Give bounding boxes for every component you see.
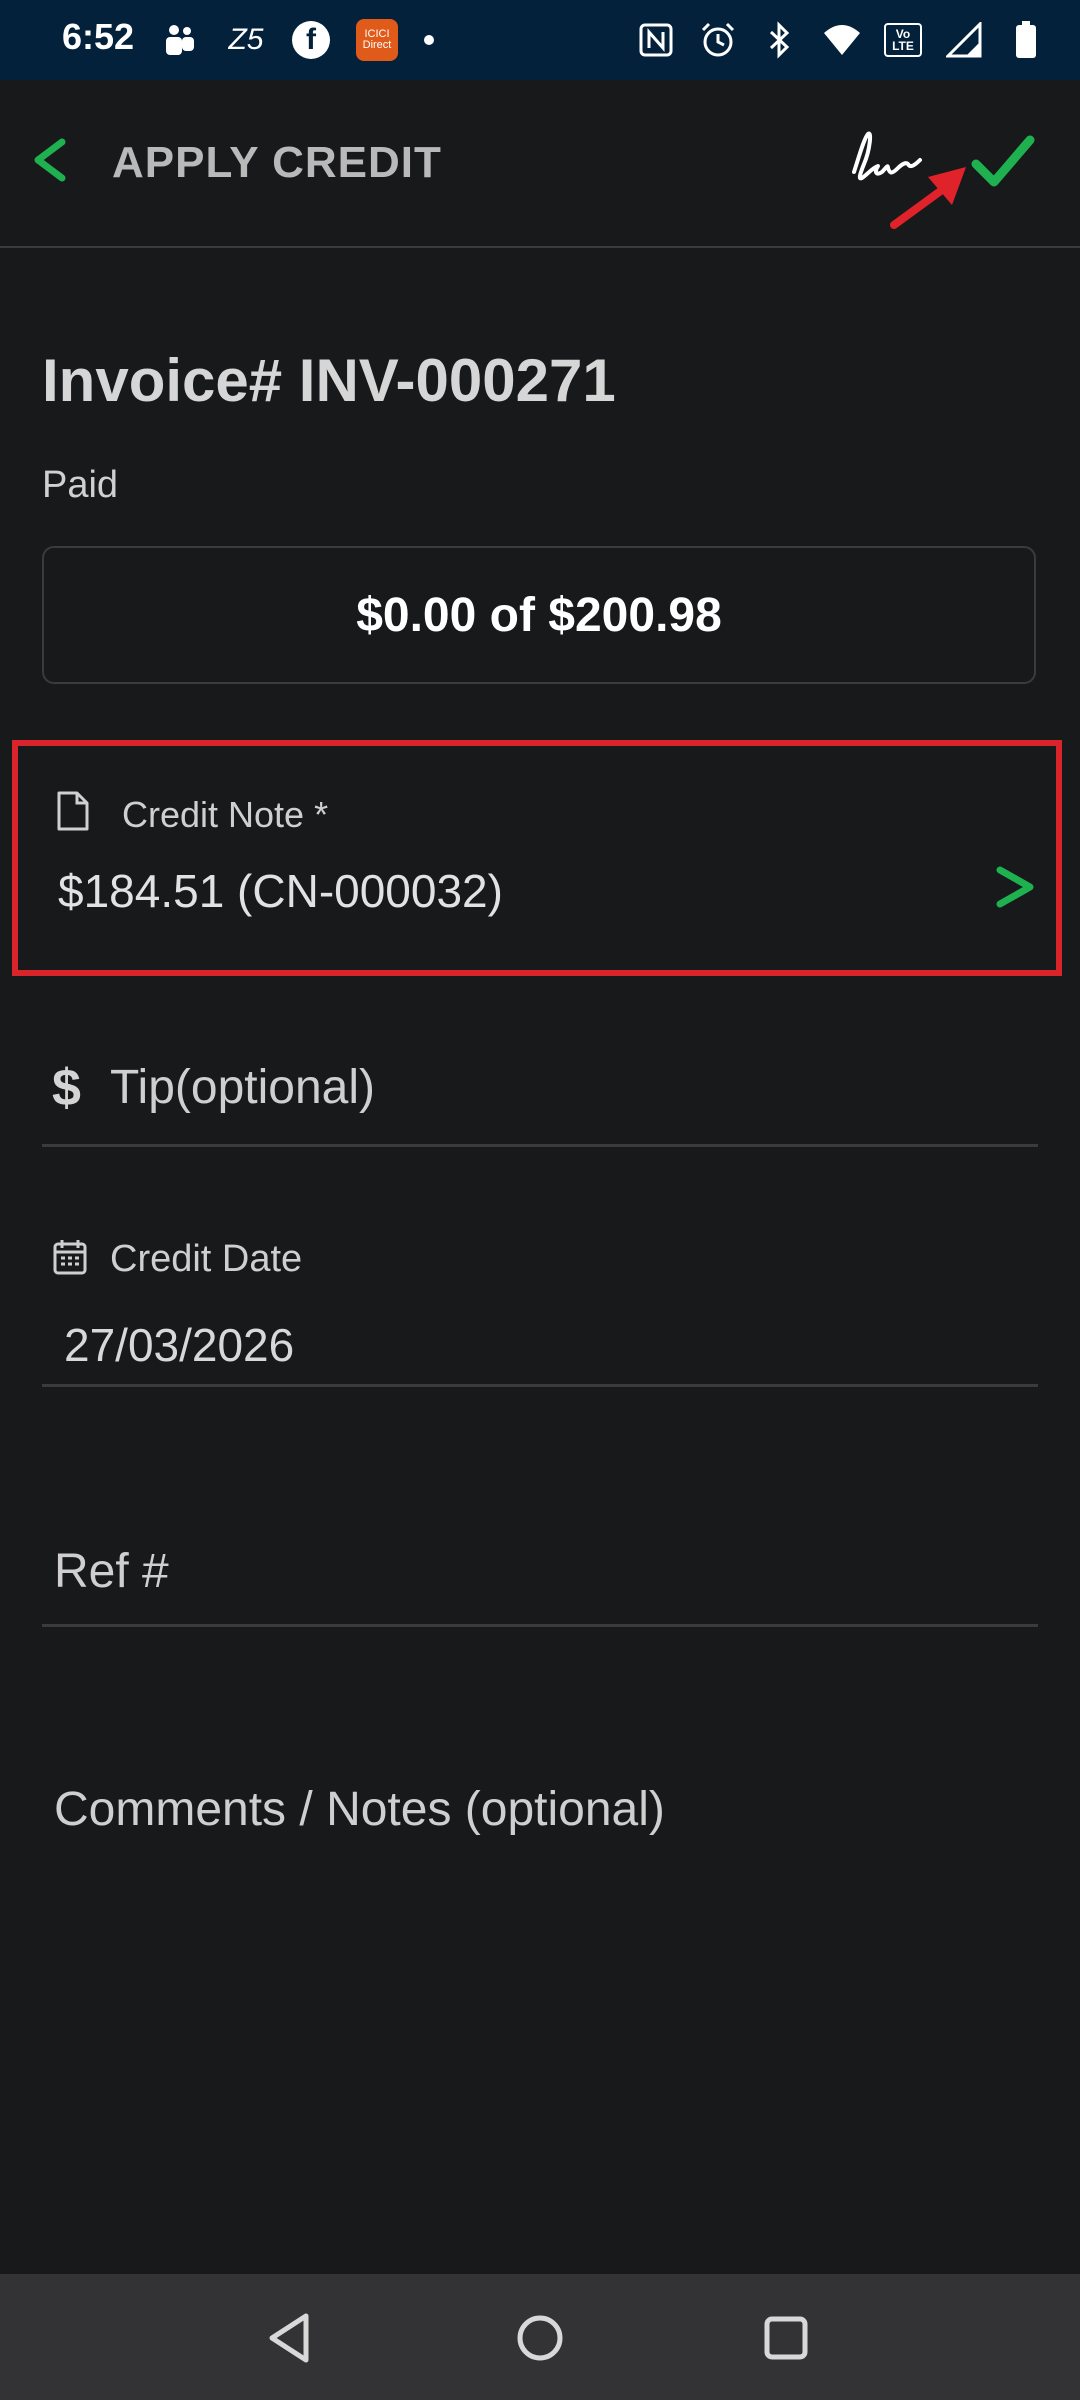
z5-icon: Z5 xyxy=(228,23,264,56)
status-bar: 6:52 Z5 f ICICI Direct Vo LTE xyxy=(0,0,1080,80)
back-button[interactable] xyxy=(24,132,80,188)
calendar-icon xyxy=(53,1240,87,1275)
status-left-icons: Z5 f ICICI Direct xyxy=(160,18,434,62)
comments-input[interactable]: Comments / Notes (optional) xyxy=(54,1782,665,1837)
nav-back-button[interactable] xyxy=(262,2310,318,2366)
bluetooth-icon xyxy=(760,20,800,60)
app-notification-icon: ICICI Direct xyxy=(356,19,398,61)
paid-amount-box: $0.00 of $200.98 xyxy=(42,546,1036,684)
tip-underline xyxy=(42,1144,1038,1147)
credit-note-value: $184.51 (CN-000032) xyxy=(58,865,503,917)
tip-input[interactable]: Tip(optional) xyxy=(110,1060,375,1115)
dot-icon xyxy=(424,35,434,45)
triangle-back-icon xyxy=(269,2313,309,2363)
nav-recents-button[interactable] xyxy=(758,2310,814,2366)
nav-home-button[interactable] xyxy=(512,2310,568,2366)
teams-icon xyxy=(160,20,200,60)
ref-underline xyxy=(42,1624,1038,1627)
battery-icon xyxy=(1006,20,1046,60)
paid-label: Paid xyxy=(42,464,119,506)
wifi-icon xyxy=(822,20,862,60)
chevron-left-icon xyxy=(34,138,66,182)
nfc-icon xyxy=(636,20,676,60)
signal-icon xyxy=(944,20,984,60)
alarm-icon xyxy=(698,20,738,60)
square-recents-icon xyxy=(764,2316,808,2360)
volte-icon: Vo LTE xyxy=(884,23,922,57)
dollar-icon: $ xyxy=(52,1059,81,1117)
circle-home-icon xyxy=(517,2315,563,2361)
chevron-right-icon xyxy=(996,866,1034,908)
date-underline xyxy=(42,1384,1038,1387)
status-time: 6:52 xyxy=(62,16,135,57)
system-nav-bar xyxy=(0,2274,1080,2400)
facebook-icon: f xyxy=(292,21,330,59)
save-check-button[interactable] xyxy=(970,132,1036,192)
status-right-icons: Vo LTE xyxy=(636,18,1046,62)
page-title: APPLY CREDIT xyxy=(112,138,442,187)
credit-note-selector[interactable]: Credit Note * $184.51 (CN-000032) xyxy=(12,740,1062,976)
invoice-title: Invoice# INV-000271 xyxy=(42,347,616,414)
credit-note-label: Credit Note * xyxy=(122,794,329,835)
annotation-arrow xyxy=(890,167,966,229)
credit-date-label: Credit Date xyxy=(110,1238,303,1280)
document-icon xyxy=(57,791,89,831)
check-icon xyxy=(971,135,1035,187)
credit-date-field[interactable]: 27/03/2026 xyxy=(64,1318,294,1372)
paid-amount: $0.00 of $200.98 xyxy=(356,588,722,642)
ref-input[interactable]: Ref # xyxy=(54,1544,169,1599)
